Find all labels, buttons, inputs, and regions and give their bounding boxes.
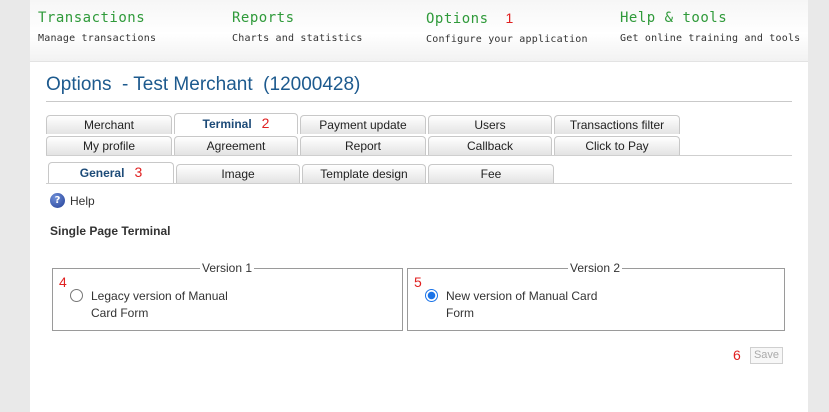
tab-click-to-pay[interactable]: Click to Pay [554,136,680,155]
help-icon: ? [50,193,65,208]
tab-report[interactable]: Report [300,136,426,155]
version-1-legend: Version 1 [200,261,255,275]
annotation-marker: 1 [505,10,514,26]
page-title: Options - Test Merchant (12000428) [46,74,361,95]
nav-transactions-title: Transactions [38,10,146,26]
section-title: Single Page Terminal [50,224,171,238]
tab-merchant[interactable]: Merchant [46,115,172,134]
annotation-marker: 6 [733,347,741,363]
annotation-marker: 5 [414,274,422,290]
nav-transactions-subtitle: Manage transactions [38,33,157,44]
annotation-marker: 4 [59,274,67,290]
tab-terminal-label: Terminal [202,117,252,131]
annotation-marker: 2 [261,115,270,131]
tab-transactions-filter[interactable]: Transactions filter [554,115,680,134]
version-1-fieldset: Version 1 4 Legacy version of Manual Car… [52,261,403,331]
tab-users[interactable]: Users [428,115,552,134]
nav-help-tools-title: Help & tools [620,10,728,26]
tab-my-profile[interactable]: My profile [46,136,172,155]
subtab-image[interactable]: Image [176,164,300,183]
version-2-radio[interactable] [425,289,438,302]
subtab-general[interactable]: General 3 [48,162,174,183]
version-2-option[interactable]: New version of Manual Card Form [425,288,606,322]
version-1-option[interactable]: Legacy version of Manual Card Form [70,288,251,322]
nav-help-tools[interactable]: Help & tools Get online training and too… [620,10,800,44]
version-2-label: New version of Manual Card Form [446,289,598,320]
tab-divider [46,155,792,156]
subtab-divider [46,183,792,184]
version-1-radio[interactable] [70,289,83,302]
page-container: Transactions Manage transactions Reports… [30,0,808,412]
help-label: Help [70,193,95,208]
tab-payment-update[interactable]: Payment update [300,115,426,134]
nav-reports[interactable]: Reports Charts and statistics [232,10,363,44]
top-navigation: Transactions Manage transactions Reports… [30,0,808,62]
subtab-template-design[interactable]: Template design [302,164,426,183]
nav-options-title: Options [426,11,489,27]
tab-callback[interactable]: Callback [428,136,552,155]
nav-transactions[interactable]: Transactions Manage transactions [38,10,156,44]
version-2-fieldset: Version 2 5 New version of Manual Card F… [407,261,785,331]
version-2-legend: Version 2 [568,261,623,275]
save-button[interactable]: Save [750,347,783,364]
subtab-general-label: General [79,166,125,180]
help-link[interactable]: ? Help [50,193,95,208]
nav-options[interactable]: Options 1 Configure your application [426,10,588,45]
tab-agreement[interactable]: Agreement [174,136,298,155]
nav-options-subtitle: Configure your application [426,34,588,45]
annotation-marker: 3 [134,164,143,180]
version-1-label: Legacy version of Manual Card Form [91,289,228,320]
title-divider [46,101,792,102]
nav-reports-subtitle: Charts and statistics [232,33,363,44]
nav-reports-title: Reports [232,10,295,26]
nav-help-tools-subtitle: Get online training and tools [620,33,801,44]
subtab-fee[interactable]: Fee [428,164,554,183]
tab-terminal[interactable]: Terminal 2 [174,113,298,134]
